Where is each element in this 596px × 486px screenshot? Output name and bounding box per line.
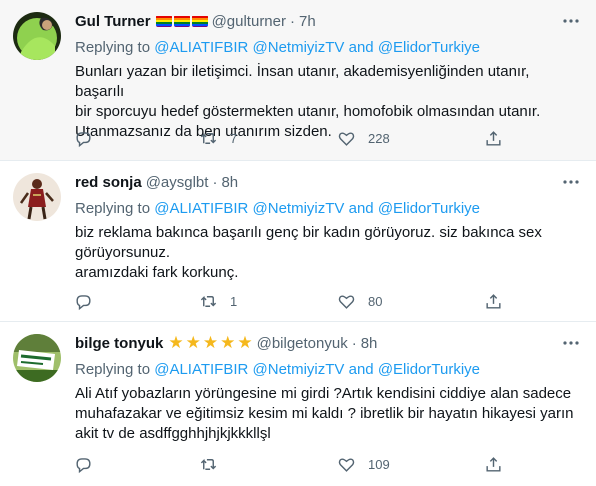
retweet-icon (200, 295, 217, 307)
retweet-button[interactable] (199, 454, 230, 474)
share-icon (486, 293, 501, 309)
reply-icon (76, 457, 91, 473)
tweet-header: Gul Turner @gulturner · 7h (75, 10, 582, 32)
share-button[interactable] (484, 128, 503, 148)
tweet-content: bilge tonyuk ★ ★ ★ ★ ★ @bilgetonyuk · 8h… (75, 332, 582, 444)
user-handle[interactable]: @bilgetonyuk (257, 335, 348, 352)
reply-icon (76, 294, 91, 310)
tweet-content: Gul Turner @gulturner · 7h Replying to @… (75, 10, 582, 142)
retweet-button[interactable]: 7 (199, 128, 237, 148)
mention-and-label[interactable]: and (349, 39, 374, 56)
replying-to: Replying to @ALIATIFBIR @NetmiyizTV and … (75, 199, 582, 219)
star-icon: ★ (220, 333, 236, 352)
tweet[interactable]: red sonja @aysglbt · 8h Replying to @ALI… (0, 161, 596, 322)
user-handle[interactable]: @gulturner (212, 13, 286, 30)
tweet-header: bilge tonyuk ★ ★ ★ ★ ★ @bilgetonyuk · 8h (75, 332, 582, 354)
mention-link[interactable]: @NetmiyizTV (253, 361, 345, 378)
name-badges: ★ ★ ★ ★ ★ (168, 333, 252, 353)
star-icon: ★ (168, 333, 184, 352)
separator-dot: · (290, 12, 295, 30)
mention-link[interactable]: @ElidorTurkiye (378, 361, 480, 378)
tweet-content: red sonja @aysglbt · 8h Replying to @ALI… (75, 171, 582, 283)
tweet-text: Bunları yazan bir iletişimci. İnsan utan… (75, 62, 582, 142)
avatar[interactable] (13, 334, 61, 382)
mention-and-label[interactable]: and (349, 361, 374, 378)
mention-link[interactable]: @ALIATIFBIR (154, 39, 248, 56)
tweet-text-line: Utanmazsanız da ben utanırım sizden. (75, 123, 332, 140)
heart-icon (338, 457, 355, 472)
like-count: 109 (368, 456, 390, 472)
like-count: 228 (368, 130, 390, 146)
replying-to: Replying to @ALIATIFBIR @NetmiyizTV and … (75, 38, 582, 58)
rainbow-flag-icon (191, 15, 208, 27)
star-icon: ★ (185, 333, 201, 352)
timestamp[interactable]: 7h (299, 13, 316, 30)
timestamp[interactable]: 8h (361, 335, 378, 352)
tweet-text-line: görüyorsunuz. (75, 244, 171, 261)
tweet-header: red sonja @aysglbt · 8h (75, 171, 582, 193)
like-button[interactable]: 109 (337, 454, 390, 474)
tweet-text: Ali Atıf yobazların yörüngesine mi girdi… (75, 384, 582, 444)
rainbow-flag-icon (155, 15, 172, 27)
retweet-icon (200, 132, 217, 144)
reply-icon (76, 131, 91, 147)
like-button[interactable]: 80 (337, 291, 382, 311)
retweet-count: 7 (230, 130, 238, 146)
share-button[interactable] (484, 291, 503, 311)
tweet-text-line: bir sporcuyu hedef göstermekten utanır, … (75, 103, 541, 120)
tweet-text-line: Bunları yazan bir iletişimci. İnsan utan… (75, 63, 534, 100)
avatar[interactable] (13, 173, 61, 221)
share-icon (486, 130, 501, 146)
heart-icon (338, 131, 355, 146)
retweet-count: 1 (230, 293, 238, 309)
tweet-text: biz reklama bakınca başarılı genç bir ka… (75, 223, 582, 283)
replying-to: Replying to @ALIATIFBIR @NetmiyizTV and … (75, 360, 582, 380)
tweet-text-line: Ali Atıf yobazların yörüngesine mi girdi… (75, 385, 572, 402)
mention-link[interactable]: @NetmiyizTV (253, 39, 345, 56)
reply-button[interactable] (74, 128, 93, 148)
more-horizontal-icon[interactable] (560, 332, 582, 354)
retweet-button[interactable]: 1 (199, 291, 237, 311)
mention-link[interactable]: @ElidorTurkiye (378, 200, 480, 217)
replying-label: Replying to (75, 200, 151, 217)
replying-label: Replying to (75, 361, 151, 378)
display-name[interactable]: Gul Turner (75, 13, 151, 30)
share-icon (486, 456, 501, 472)
display-name[interactable]: red sonja (75, 174, 142, 191)
display-name[interactable]: bilge tonyuk (75, 335, 163, 352)
like-button[interactable]: 228 (337, 128, 390, 148)
heart-icon (338, 294, 355, 309)
name-badges (155, 15, 208, 27)
tweet-text-line: akit tv de asdffgghhjhjkjkkkllşl (75, 425, 271, 442)
mention-and-label[interactable]: and (349, 200, 374, 217)
mention-link[interactable]: @NetmiyizTV (253, 200, 345, 217)
rainbow-flag-icon (173, 15, 190, 27)
avatar[interactable] (13, 12, 61, 60)
timestamp[interactable]: 8h (221, 174, 238, 191)
tweet-text-line: biz reklama bakınca başarılı genç bir ka… (75, 224, 542, 241)
tweet-feed: Gul Turner @gulturner · 7h Replying to @… (0, 0, 596, 486)
separator-dot: · (351, 334, 357, 352)
share-button[interactable] (484, 454, 503, 474)
mention-link[interactable]: @ALIATIFBIR (154, 200, 248, 217)
separator-dot: · (212, 173, 218, 191)
replying-label: Replying to (75, 39, 151, 56)
like-count: 80 (368, 293, 383, 309)
star-icon: ★ (237, 333, 253, 352)
mention-link[interactable]: @ElidorTurkiye (378, 39, 480, 56)
user-handle[interactable]: @aysglbt (146, 174, 209, 191)
more-horizontal-icon[interactable] (560, 171, 582, 193)
more-horizontal-icon[interactable] (560, 10, 582, 32)
tweet-text-line: muhafazakar ve eğitimsiz kesim mi kaldı … (75, 405, 574, 422)
tweet-text-line: aramızdaki fark korkunç. (75, 264, 239, 281)
reply-button[interactable] (74, 291, 93, 311)
reply-button[interactable] (74, 454, 93, 474)
tweet[interactable]: bilge tonyuk ★ ★ ★ ★ ★ @bilgetonyuk · 8h… (0, 322, 596, 486)
tweet[interactable]: Gul Turner @gulturner · 7h Replying to @… (0, 0, 596, 161)
star-icon: ★ (202, 333, 219, 352)
retweet-icon (200, 458, 217, 470)
mention-link[interactable]: @ALIATIFBIR (154, 361, 248, 378)
